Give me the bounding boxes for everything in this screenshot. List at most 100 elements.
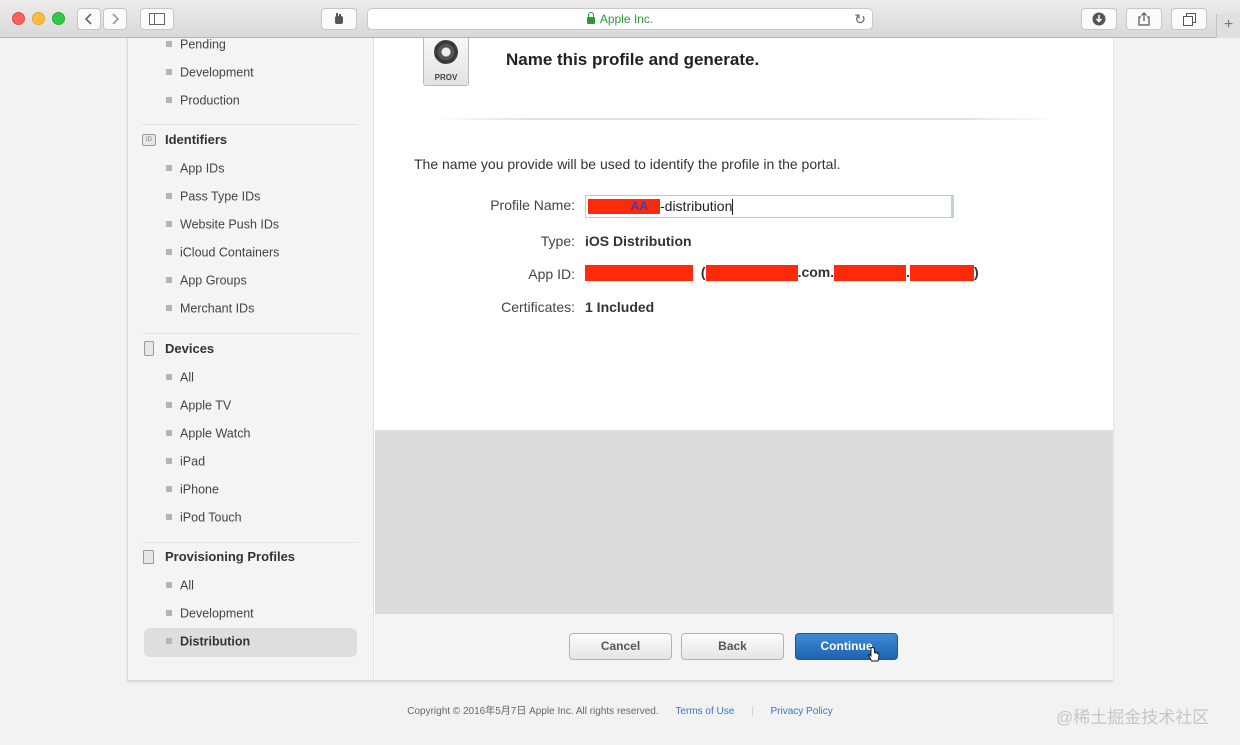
type-label: Type: [540,233,575,249]
back-nav-button[interactable] [77,8,101,30]
chevron-right-icon [112,13,119,25]
download-icon [1092,12,1106,26]
sidebar-item-certificates-pending[interactable]: Pending [166,33,226,55]
bullet-icon [166,248,172,255]
sidebar-item-app-groups[interactable]: App Groups [166,269,247,291]
sidebar-divider [142,333,358,334]
url-label: Apple Inc. [599,12,654,26]
sidebar-heading-identifiers[interactable]: ID Identifiers [142,129,227,151]
redacted-text: AA [588,198,660,214]
app-id-value: (.com..) [585,264,979,282]
forward-nav-button[interactable] [103,8,127,30]
sidebar-heading-devices[interactable]: Devices [142,338,214,360]
share-icon [1138,12,1150,26]
watermark: @稀土掘金技术社区 [1056,708,1210,727]
tabs-icon [1182,12,1196,26]
reader-button[interactable] [321,8,357,30]
sidebar-item-devices-all[interactable]: All [166,366,194,388]
bullet-icon [166,164,172,171]
cancel-button[interactable]: Cancel [569,633,672,660]
sidebar-item-apple-watch[interactable]: Apple Watch [166,422,250,444]
developer-portal-panel: Pending Development Production ID Identif… [127,38,1113,681]
downloads-button[interactable] [1081,8,1117,30]
minimize-window-button[interactable] [32,12,45,25]
bullet-icon [166,457,172,464]
sidebar-item-apple-tv[interactable]: Apple TV [166,394,231,416]
back-button[interactable]: Back [681,633,784,660]
redacted-block [705,265,798,282]
address-bar[interactable]: Apple Inc. ↻ [367,8,873,30]
redacted-block [910,265,975,282]
id-icon: ID [142,133,156,146]
sidebar-item-profiles-development[interactable]: Development [166,602,254,624]
bullet-icon [166,637,172,644]
sidebar-item-certificates-development[interactable]: Development [166,61,254,83]
bullet-icon [166,401,172,408]
sidebar-divider [142,542,358,543]
bullet-icon [166,581,172,588]
share-button[interactable] [1126,8,1162,30]
section-divider [433,118,1058,120]
sidebar-item-profiles-distribution[interactable]: Distribution [166,630,250,652]
zoom-window-button[interactable] [52,12,65,25]
document-icon [143,549,154,564]
bullet-icon [166,373,172,380]
page-footer: Copyright © 2016年5月7日 Apple Inc. All rig… [0,702,1240,717]
type-value: iOS Distribution [585,233,692,249]
bullet-icon [166,40,172,47]
device-icon [144,341,154,357]
bullet-icon [166,485,172,492]
redacted-block [585,265,693,282]
bullet-icon [166,220,172,227]
bullet-icon [166,304,172,311]
bullet-icon [166,192,172,199]
provisioning-profile-icon: PROV [423,38,469,86]
terms-of-use-link[interactable]: Terms of Use [675,706,734,717]
sidebar-item-profiles-all[interactable]: All [166,574,194,596]
sidebar-divider [142,124,358,125]
sidebar-item-icloud-containers[interactable]: iCloud Containers [166,241,279,263]
certificates-value: 1 Included [585,299,655,315]
continue-button[interactable]: Continue [795,633,898,660]
bullet-icon [166,68,172,75]
chevron-left-icon [85,13,92,25]
sidebar-item-app-ids[interactable]: App IDs [166,157,224,179]
tabs-overview-button[interactable] [1171,8,1207,30]
copyright-text: Copyright © 2016年5月7日 Apple Inc. All rig… [407,706,659,717]
description-text: The name you provide will be used to ide… [414,156,841,172]
redacted-block [834,265,907,282]
profile-name-label: Profile Name: [490,197,575,213]
sidebar-item-pass-type-ids[interactable]: Pass Type IDs [166,185,260,207]
sidebar-heading-provisioning-profiles[interactable]: Provisioning Profiles [142,546,295,568]
page-title: Name this profile and generate. [506,50,760,69]
hand-cursor-icon [868,647,880,662]
privacy-policy-link[interactable]: Privacy Policy [771,706,833,717]
sidebar-item-website-push-ids[interactable]: Website Push IDs [166,213,279,235]
bullet-icon [166,429,172,436]
profile-name-input[interactable]: AA -distribution [585,195,954,218]
sidebar-item-merchant-ids[interactable]: Merchant IDs [166,297,254,319]
certificates-label: Certificates: [501,299,575,315]
close-window-button[interactable] [12,12,25,25]
bullet-icon [166,513,172,520]
lock-icon [586,11,595,24]
new-tab-button[interactable]: + [1216,14,1240,38]
sidebar-toggle-button[interactable] [140,8,174,30]
content-gray-area [375,430,1113,613]
gear-icon [434,40,458,64]
reload-icon[interactable]: ↻ [854,11,866,28]
hand-icon [335,13,343,24]
profile-name-suffix: -distribution [660,198,733,214]
text-caret [732,199,734,216]
sidebar-item-ipod-touch[interactable]: iPod Touch [166,506,242,528]
sidebar: Pending Development Production ID Identif… [128,38,374,680]
sidebar-icon [149,13,165,25]
sidebar-item-ipad[interactable]: iPad [166,450,205,472]
sidebar-item-certificates-production[interactable]: Production [166,89,240,111]
bullet-icon [166,609,172,616]
app-id-label: App ID: [528,266,575,282]
footer-separator: | [751,706,754,717]
bullet-icon [166,96,172,103]
bullet-icon [166,276,172,283]
sidebar-item-iphone[interactable]: iPhone [166,478,219,500]
